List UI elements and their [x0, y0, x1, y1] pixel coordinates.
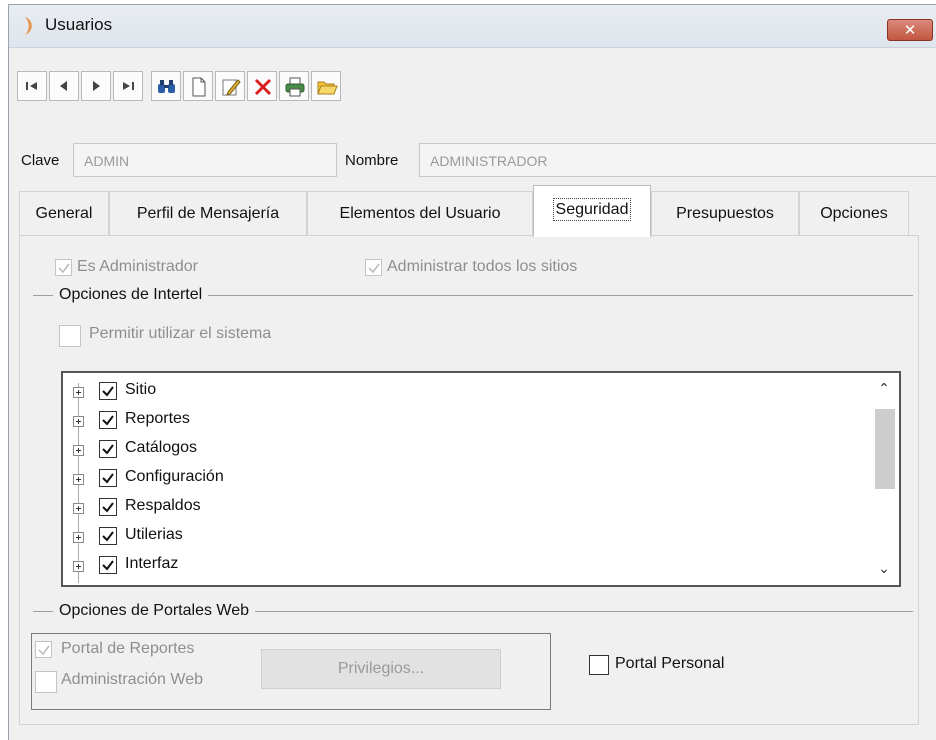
tab-general-label: General [35, 205, 93, 222]
edit-button[interactable] [215, 71, 245, 101]
es-administrador-label: Es Administrador [77, 258, 198, 275]
binoculars-icon [158, 80, 175, 93]
scroll-up-icon[interactable]: ⌃ [869, 375, 899, 403]
new-document-icon [192, 77, 206, 97]
tree-item-label: Configuración [125, 468, 224, 485]
portal-personal-checkbox[interactable] [589, 655, 609, 675]
check-icon [102, 473, 114, 484]
tree-checkbox[interactable] [99, 440, 117, 458]
check-icon [102, 415, 114, 426]
tree-checkbox[interactable] [99, 469, 117, 487]
portales-group-title: Opciones de Portales Web [53, 599, 256, 623]
tree-checkbox[interactable] [99, 382, 117, 400]
window-title: Usuarios [45, 15, 113, 34]
tab-opciones[interactable]: Opciones [799, 191, 909, 235]
tab-perfil-mensajeria[interactable]: Perfil de Mensajería [109, 191, 307, 235]
administrar-sitios-label: Administrar todos los sitios [387, 258, 578, 275]
permissions-tree[interactable]: Sitio Reportes Catálogos Configuración R… [61, 371, 901, 587]
new-button[interactable] [183, 71, 213, 101]
tab-seguridad-label: Seguridad [552, 198, 632, 221]
first-record-button[interactable] [17, 71, 47, 101]
app-logo-icon [25, 17, 32, 35]
tree-item-label: Catálogos [125, 439, 198, 456]
tab-elementos-usuario-label: Elementos del Usuario [339, 205, 501, 222]
tab-perfil-mensajeria-label: Perfil de Mensajería [136, 205, 280, 222]
delete-button[interactable] [247, 71, 277, 101]
find-button[interactable] [151, 71, 181, 101]
tree-scrollbar[interactable]: ⌃ ⌄ [869, 373, 899, 585]
portal-personal-label: Portal Personal [615, 655, 725, 672]
intertel-group-title: Opciones de Intertel [53, 283, 209, 307]
tree-item-label: Utilerias [125, 526, 183, 543]
check-icon [102, 502, 114, 513]
scroll-down-icon[interactable]: ⌄ [869, 555, 899, 583]
expand-icon[interactable] [73, 416, 84, 427]
tree-checkbox[interactable] [99, 498, 117, 516]
expand-icon[interactable] [73, 387, 84, 398]
es-administrador-checkbox[interactable] [55, 259, 72, 276]
last-record-icon [123, 82, 134, 90]
usuarios-window: Usuarios ✕ Clave ADMIN Nombre ADMINISTRA… [8, 4, 936, 740]
nombre-field[interactable]: ADMINISTRADOR [419, 143, 936, 177]
expand-icon[interactable] [73, 474, 84, 485]
clave-field[interactable]: ADMIN [73, 143, 337, 177]
delete-icon [254, 78, 272, 96]
permitir-sistema-checkbox[interactable] [59, 325, 81, 347]
administracion-web-checkbox[interactable] [35, 671, 57, 693]
nombre-label: Nombre [345, 152, 399, 169]
portal-reportes-label: Portal de Reportes [61, 640, 195, 657]
previous-record-icon [60, 81, 67, 91]
tab-seguridad[interactable]: Seguridad [533, 185, 651, 237]
open-folder-icon [317, 81, 338, 95]
next-record-icon [93, 81, 100, 91]
clave-label: Clave [21, 152, 60, 169]
tab-presupuestos[interactable]: Presupuestos [651, 191, 799, 235]
tree-item-label: Reportes [125, 410, 190, 427]
tab-presupuestos-label: Presupuestos [676, 205, 774, 222]
tab-opciones-label: Opciones [820, 205, 888, 222]
privilegios-button[interactable]: Privilegios... [261, 649, 501, 689]
tab-general[interactable]: General [19, 191, 109, 235]
previous-record-button[interactable] [49, 71, 79, 101]
check-icon [38, 645, 50, 656]
tree-checkbox[interactable] [99, 527, 117, 545]
tree-item-label: Sitio [125, 381, 157, 398]
tab-elementos-usuario[interactable]: Elementos del Usuario [307, 191, 533, 235]
check-icon [102, 386, 114, 397]
check-icon [102, 560, 114, 571]
tree-item-label: Interfaz [125, 555, 179, 572]
tree-item-label: Respaldos [125, 497, 201, 514]
next-record-button[interactable] [81, 71, 111, 101]
expand-icon[interactable] [73, 445, 84, 456]
expand-icon[interactable] [73, 561, 84, 572]
edit-icon [222, 79, 241, 96]
check-icon [58, 263, 70, 274]
tree-checkbox[interactable] [99, 556, 117, 574]
scroll-thumb[interactable] [875, 409, 895, 489]
printer-icon [285, 77, 305, 97]
permitir-sistema-label: Permitir utilizar el sistema [89, 325, 272, 342]
last-record-button[interactable] [113, 71, 143, 101]
administrar-sitios-checkbox[interactable] [365, 259, 382, 276]
check-icon [102, 444, 114, 455]
close-button[interactable]: ✕ [887, 19, 933, 41]
print-button[interactable] [279, 71, 309, 101]
administracion-web-label: Administración Web [61, 671, 203, 688]
check-icon [102, 531, 114, 542]
open-button[interactable] [311, 71, 341, 101]
portal-reportes-checkbox[interactable] [35, 641, 52, 658]
tree-checkbox[interactable] [99, 411, 117, 429]
expand-icon[interactable] [73, 532, 84, 543]
check-icon [368, 263, 380, 274]
expand-icon[interactable] [73, 503, 84, 514]
first-record-icon [26, 82, 37, 90]
title-bar[interactable]: Usuarios ✕ [9, 5, 936, 48]
